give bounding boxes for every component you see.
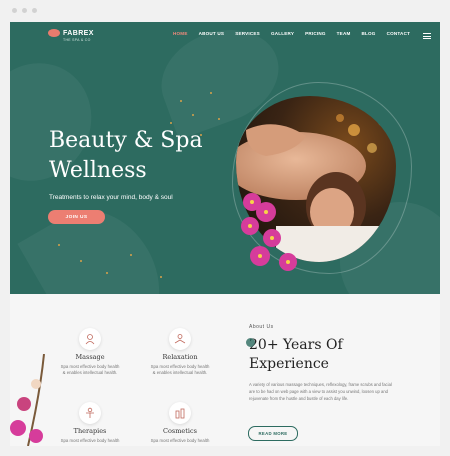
hero-title-line1: Beauty & Spa — [49, 128, 203, 153]
service-description: Spa most effective body health & enables… — [135, 364, 225, 376]
sparkle-decor — [210, 92, 212, 94]
brand-logo[interactable]: FABREX — [48, 29, 94, 37]
service-desc-line: Spa most effective body health — [60, 438, 120, 443]
hamburger-menu-icon[interactable] — [423, 33, 431, 41]
menu-item-blog[interactable]: BLOG — [362, 31, 376, 36]
sparkle-decor — [180, 100, 182, 102]
minimize-dot[interactable] — [22, 8, 27, 13]
close-dot[interactable] — [12, 8, 17, 13]
sparkle-decor — [160, 276, 162, 278]
menu-item-about[interactable]: ABOUT US — [199, 31, 225, 36]
hero-section: FABREX THE SPA & CO HOME ABOUT US SERVIC… — [10, 22, 440, 294]
service-description: Spa most effective body health — [45, 438, 135, 444]
service-therapies[interactable]: Therapies Spa most effective body health — [45, 402, 135, 444]
about-description: A variety of various massage techniques,… — [249, 382, 392, 401]
leaf-decor — [17, 188, 183, 294]
menu-item-pricing[interactable]: PRICING — [305, 31, 326, 36]
service-desc-line: & enables intellectual health. — [152, 370, 208, 375]
massage-icon — [79, 328, 101, 350]
website-preview: FABREX THE SPA & CO HOME ABOUT US SERVIC… — [10, 22, 440, 446]
sparkle-decor — [170, 122, 172, 124]
menu-item-contact[interactable]: CONTACT — [387, 31, 411, 36]
service-title: Cosmetics — [163, 427, 197, 435]
service-title: Therapies — [73, 427, 107, 435]
service-relaxation[interactable]: Relaxation Spa most effective body healt… — [135, 328, 225, 376]
service-title: Massage — [75, 353, 105, 361]
logo-icon — [48, 29, 60, 37]
about-title-line2: Experience — [249, 356, 329, 372]
service-description: Spa most effective body health — [135, 438, 225, 444]
join-us-button[interactable]: JOIN US — [48, 210, 105, 224]
sparkle-decor — [192, 114, 194, 116]
hero-title: Beauty & Spa Wellness — [49, 126, 249, 186]
window-controls — [12, 8, 37, 13]
top-nav: FABREX THE SPA & CO HOME ABOUT US SERVIC… — [10, 22, 440, 50]
sparkle-decor — [106, 272, 108, 274]
orchid-flowers-decor — [241, 193, 297, 271]
read-more-button[interactable]: READ MORE — [248, 426, 298, 441]
sparkle-decor — [130, 254, 132, 256]
sparkle-decor — [80, 260, 82, 262]
about-title: 20+ Years Of Experience — [249, 336, 429, 374]
about-services-section: Massage Spa most effective body health &… — [10, 294, 440, 446]
service-cosmetics[interactable]: Cosmetics Spa most effective body health — [135, 402, 225, 444]
sparkle-decor — [58, 244, 60, 246]
menu-item-home[interactable]: HOME — [173, 31, 188, 36]
service-title: Relaxation — [162, 353, 198, 361]
relaxation-icon — [169, 328, 191, 350]
about-label: About Us — [249, 324, 274, 330]
brand-name: FABREX — [63, 29, 94, 37]
main-menu: HOME ABOUT US SERVICES GALLERY PRICING T… — [173, 31, 421, 36]
menu-item-team[interactable]: TEAM — [337, 31, 351, 36]
service-desc-line: Spa most effective body health — [150, 438, 210, 443]
hero-subtitle: Treatments to relax your mind, body & so… — [49, 194, 173, 201]
sparkle-decor — [218, 118, 220, 120]
brand-tagline: THE SPA & CO — [63, 38, 91, 42]
therapies-icon — [79, 402, 101, 424]
maximize-dot[interactable] — [32, 8, 37, 13]
service-description: Spa most effective body health & enables… — [45, 364, 135, 376]
decor-dot — [246, 338, 255, 347]
menu-item-gallery[interactable]: GALLERY — [271, 31, 294, 36]
orchid-branch-decor — [10, 354, 45, 446]
service-desc-line: & enables intellectual health. — [62, 370, 118, 375]
cosmetics-icon — [169, 402, 191, 424]
service-massage[interactable]: Massage Spa most effective body health &… — [45, 328, 135, 376]
menu-item-services[interactable]: SERVICES — [235, 31, 260, 36]
hero-title-line2: Wellness — [49, 158, 147, 183]
about-title-line1: 20+ Years Of — [249, 337, 343, 353]
